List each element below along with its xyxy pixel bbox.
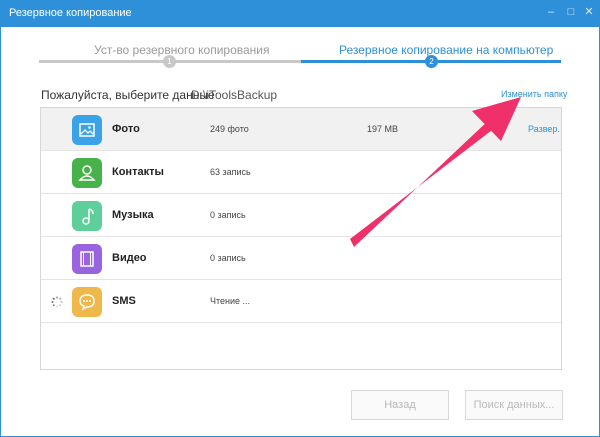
backup-window: Резервное копирование – □ ✕ Уст-во резер… xyxy=(0,0,600,437)
list-item-sms[interactable]: SMS Чтение ... xyxy=(41,280,561,323)
item-name: Музыка xyxy=(112,209,154,221)
step-1-label: Уст-во резервного копирования xyxy=(94,43,270,57)
close-button[interactable]: ✕ xyxy=(579,3,599,21)
item-name: SMS xyxy=(112,295,136,307)
data-type-list: Фото 249 фото 197 MB Развер. Контакты 63… xyxy=(40,107,562,370)
contacts-icon xyxy=(72,158,102,188)
maximize-button[interactable]: □ xyxy=(561,3,581,21)
music-icon xyxy=(72,201,102,231)
item-count: 249 фото xyxy=(210,124,249,134)
step-2-label: Резервное копирование на компьютер xyxy=(339,43,554,57)
photo-icon xyxy=(72,115,102,145)
video-icon xyxy=(72,244,102,274)
item-size: 197 MB xyxy=(367,124,399,134)
list-item-contacts[interactable]: Контакты 63 запись xyxy=(41,151,561,194)
expand-link[interactable]: Развер. xyxy=(528,124,560,134)
title-bar: Резервное копирование – □ ✕ xyxy=(1,1,599,27)
change-folder-link[interactable]: Изменить папку xyxy=(501,89,567,99)
loading-spinner-icon xyxy=(51,296,63,308)
item-count: Чтение ... xyxy=(210,296,251,306)
choose-data-prompt: Пожалуйста, выберите данные xyxy=(41,88,215,102)
step-1-marker: 1 xyxy=(163,55,176,68)
list-item-music[interactable]: Музыка 0 запись xyxy=(41,194,561,237)
item-count: 63 запись xyxy=(210,167,251,177)
item-name: Контакты xyxy=(112,166,164,178)
backup-path: D:\iToolsBackup xyxy=(191,88,278,102)
item-count: 0 запись xyxy=(210,210,246,220)
back-button[interactable]: Назад xyxy=(351,390,449,420)
list-item-photo[interactable]: Фото 249 фото 197 MB Развер. xyxy=(41,108,561,151)
sms-icon xyxy=(72,287,102,317)
list-item-video[interactable]: Видео 0 запись xyxy=(41,237,561,280)
search-data-button[interactable]: Поиск данных... xyxy=(465,390,563,420)
item-name: Фото xyxy=(112,123,140,135)
minimize-button[interactable]: – xyxy=(541,3,561,21)
step-2-marker: 2 xyxy=(425,55,438,68)
item-name: Видео xyxy=(112,252,147,264)
window-title: Резервное копирование xyxy=(9,7,132,19)
item-count: 0 запись xyxy=(210,253,246,263)
